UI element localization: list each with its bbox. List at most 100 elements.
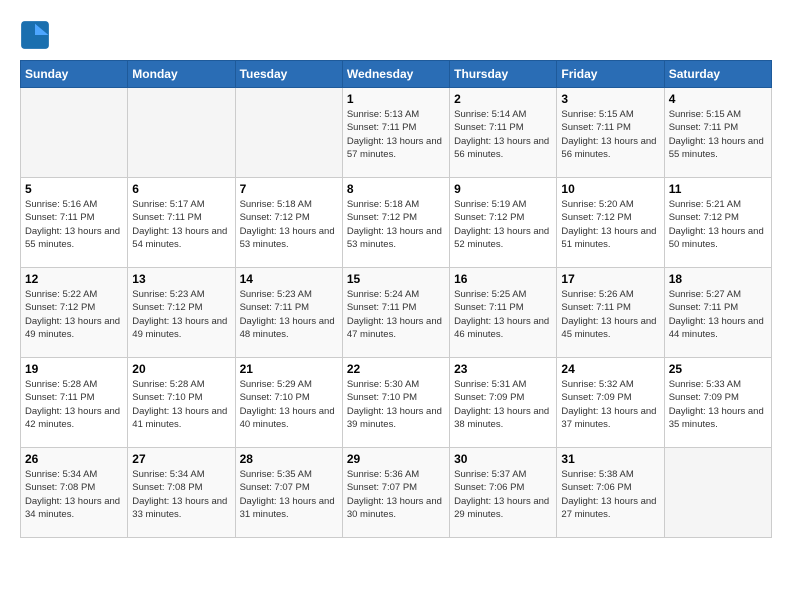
calendar-cell: 12Sunrise: 5:22 AMSunset: 7:12 PMDayligh…	[21, 268, 128, 358]
day-header-thursday: Thursday	[450, 61, 557, 88]
day-info: Sunrise: 5:16 AMSunset: 7:11 PMDaylight:…	[25, 198, 123, 251]
week-row-4: 19 Sunrise: 5:28 AMSunset: 7:11 PMDayligh…	[21, 358, 772, 448]
logo-icon	[20, 20, 50, 50]
day-number: 25	[669, 362, 767, 376]
page-header	[20, 20, 772, 50]
week-row-3: 12Sunrise: 5:22 AMSunset: 7:12 PMDayligh…	[21, 268, 772, 358]
day-info: Sunrise: 5:27 AMSunset: 7:11 PMDaylight:…	[669, 288, 767, 341]
calendar-cell: 23 Sunrise: 5:31 AMSunset: 7:09 PMDayligh…	[450, 358, 557, 448]
calendar-cell: 27 Sunrise: 5:34 AMSunset: 7:08 PMDayligh…	[128, 448, 235, 538]
day-info: Sunrise: 5:24 AMSunset: 7:11 PMDaylight:…	[347, 288, 445, 341]
day-number: 4	[669, 92, 767, 106]
week-row-2: 5 Sunrise: 5:16 AMSunset: 7:11 PMDaylight…	[21, 178, 772, 268]
day-info: Sunrise: 5:17 AMSunset: 7:11 PMDaylight:…	[132, 198, 230, 251]
day-info: Sunrise: 5:18 AMSunset: 7:12 PMDaylight:…	[347, 198, 445, 251]
calendar-cell: 3 Sunrise: 5:15 AMSunset: 7:11 PMDaylight…	[557, 88, 664, 178]
calendar-cell: 14 Sunrise: 5:23 AMSunset: 7:11 PMDayligh…	[235, 268, 342, 358]
week-row-1: 1 Sunrise: 5:13 AMSunset: 7:11 PMDaylight…	[21, 88, 772, 178]
calendar-cell: 24 Sunrise: 5:32 AMSunset: 7:09 PMDayligh…	[557, 358, 664, 448]
day-info: Sunrise: 5:34 AMSunset: 7:08 PMDaylight:…	[132, 468, 230, 521]
day-info: Sunrise: 5:13 AMSunset: 7:11 PMDaylight:…	[347, 108, 445, 161]
day-number: 19	[25, 362, 123, 376]
day-header-monday: Monday	[128, 61, 235, 88]
day-info: Sunrise: 5:33 AMSunset: 7:09 PMDaylight:…	[669, 378, 767, 431]
calendar-cell: 22Sunrise: 5:30 AMSunset: 7:10 PMDayligh…	[342, 358, 449, 448]
day-info: Sunrise: 5:25 AMSunset: 7:11 PMDaylight:…	[454, 288, 552, 341]
day-info: Sunrise: 5:28 AMSunset: 7:11 PMDaylight:…	[25, 378, 123, 431]
day-header-friday: Friday	[557, 61, 664, 88]
day-info: Sunrise: 5:19 AMSunset: 7:12 PMDaylight:…	[454, 198, 552, 251]
calendar-cell: 9 Sunrise: 5:19 AMSunset: 7:12 PMDaylight…	[450, 178, 557, 268]
day-info: Sunrise: 5:38 AMSunset: 7:06 PMDaylight:…	[561, 468, 659, 521]
calendar-cell: 17 Sunrise: 5:26 AMSunset: 7:11 PMDayligh…	[557, 268, 664, 358]
calendar-cell: 20 Sunrise: 5:28 AMSunset: 7:10 PMDayligh…	[128, 358, 235, 448]
day-number: 14	[240, 272, 338, 286]
calendar-cell: 13 Sunrise: 5:23 AMSunset: 7:12 PMDayligh…	[128, 268, 235, 358]
calendar-cell: 31 Sunrise: 5:38 AMSunset: 7:06 PMDayligh…	[557, 448, 664, 538]
calendar-cell: 30 Sunrise: 5:37 AMSunset: 7:06 PMDayligh…	[450, 448, 557, 538]
day-number: 18	[669, 272, 767, 286]
day-info: Sunrise: 5:31 AMSunset: 7:09 PMDaylight:…	[454, 378, 552, 431]
logo	[20, 20, 54, 50]
day-number: 23	[454, 362, 552, 376]
calendar-cell: 5 Sunrise: 5:16 AMSunset: 7:11 PMDaylight…	[21, 178, 128, 268]
calendar-cell: 4 Sunrise: 5:15 AMSunset: 7:11 PMDaylight…	[664, 88, 771, 178]
calendar-cell: 18 Sunrise: 5:27 AMSunset: 7:11 PMDayligh…	[664, 268, 771, 358]
calendar-cell: 7 Sunrise: 5:18 AMSunset: 7:12 PMDaylight…	[235, 178, 342, 268]
calendar-cell: 26Sunrise: 5:34 AMSunset: 7:08 PMDayligh…	[21, 448, 128, 538]
day-number: 15	[347, 272, 445, 286]
calendar-cell: 28Sunrise: 5:35 AMSunset: 7:07 PMDayligh…	[235, 448, 342, 538]
week-row-5: 26 Sunrise: 5:34 AMSunset: 7:08 PMDayligh…	[21, 448, 772, 538]
day-info: Sunrise: 5:32 AMSunset: 7:09 PMDaylight:…	[561, 378, 659, 431]
calendar-cell: 8 Sunrise: 5:18 AMSunset: 7:12 PMDaylight…	[342, 178, 449, 268]
day-number: 8	[347, 182, 445, 196]
day-number: 31	[561, 452, 659, 466]
day-info: Sunrise: 5:36 AMSunset: 7:07 PMDaylight:…	[347, 468, 445, 521]
day-number: 26	[25, 452, 123, 466]
calendar-cell: 6Sunrise: 5:17 AMSunset: 7:11 PMDaylight…	[128, 178, 235, 268]
calendar-header: SundayMondayTuesdayWednesdayThursdayFrid…	[21, 61, 772, 88]
day-number: 22	[347, 362, 445, 376]
day-info: Sunrise: 5:18 AMSunset: 7:12 PMDaylight:…	[240, 198, 338, 251]
calendar-table: SundayMondayTuesdayWednesdayThursdayFrid…	[20, 60, 772, 538]
day-number: 7	[240, 182, 338, 196]
day-header-saturday: Saturday	[664, 61, 771, 88]
day-header-wednesday: Wednesday	[342, 61, 449, 88]
header-row: SundayMondayTuesdayWednesdayThursdayFrid…	[21, 61, 772, 88]
day-number: 29	[347, 452, 445, 466]
calendar-body: 1 Sunrise: 5:13 AMSunset: 7:11 PMDaylight…	[21, 88, 772, 538]
day-number: 30	[454, 452, 552, 466]
day-info: Sunrise: 5:15 AMSunset: 7:11 PMDaylight:…	[561, 108, 659, 161]
day-info: Sunrise: 5:35 AMSunset: 7:07 PMDaylight:…	[240, 468, 338, 521]
day-number: 9	[454, 182, 552, 196]
calendar-cell	[21, 88, 128, 178]
day-number: 13	[132, 272, 230, 286]
day-number: 16	[454, 272, 552, 286]
calendar-cell: 10 Sunrise: 5:20 AMSunset: 7:12 PMDayligh…	[557, 178, 664, 268]
day-info: Sunrise: 5:15 AMSunset: 7:11 PMDaylight:…	[669, 108, 767, 161]
day-info: Sunrise: 5:23 AMSunset: 7:11 PMDaylight:…	[240, 288, 338, 341]
calendar-cell: 19 Sunrise: 5:28 AMSunset: 7:11 PMDayligh…	[21, 358, 128, 448]
day-number: 2	[454, 92, 552, 106]
calendar-cell: 2Sunrise: 5:14 AMSunset: 7:11 PMDaylight…	[450, 88, 557, 178]
day-number: 1	[347, 92, 445, 106]
day-number: 17	[561, 272, 659, 286]
calendar-cell	[664, 448, 771, 538]
calendar-cell: 15 Sunrise: 5:24 AMSunset: 7:11 PMDayligh…	[342, 268, 449, 358]
day-info: Sunrise: 5:21 AMSunset: 7:12 PMDaylight:…	[669, 198, 767, 251]
day-number: 3	[561, 92, 659, 106]
day-info: Sunrise: 5:23 AMSunset: 7:12 PMDaylight:…	[132, 288, 230, 341]
day-number: 5	[25, 182, 123, 196]
day-number: 27	[132, 452, 230, 466]
day-info: Sunrise: 5:20 AMSunset: 7:12 PMDaylight:…	[561, 198, 659, 251]
day-info: Sunrise: 5:26 AMSunset: 7:11 PMDaylight:…	[561, 288, 659, 341]
day-info: Sunrise: 5:37 AMSunset: 7:06 PMDaylight:…	[454, 468, 552, 521]
calendar-cell: 25 Sunrise: 5:33 AMSunset: 7:09 PMDayligh…	[664, 358, 771, 448]
day-number: 21	[240, 362, 338, 376]
day-number: 24	[561, 362, 659, 376]
day-info: Sunrise: 5:28 AMSunset: 7:10 PMDaylight:…	[132, 378, 230, 431]
calendar-cell: 1 Sunrise: 5:13 AMSunset: 7:11 PMDaylight…	[342, 88, 449, 178]
day-number: 20	[132, 362, 230, 376]
day-info: Sunrise: 5:29 AMSunset: 7:10 PMDaylight:…	[240, 378, 338, 431]
day-number: 10	[561, 182, 659, 196]
